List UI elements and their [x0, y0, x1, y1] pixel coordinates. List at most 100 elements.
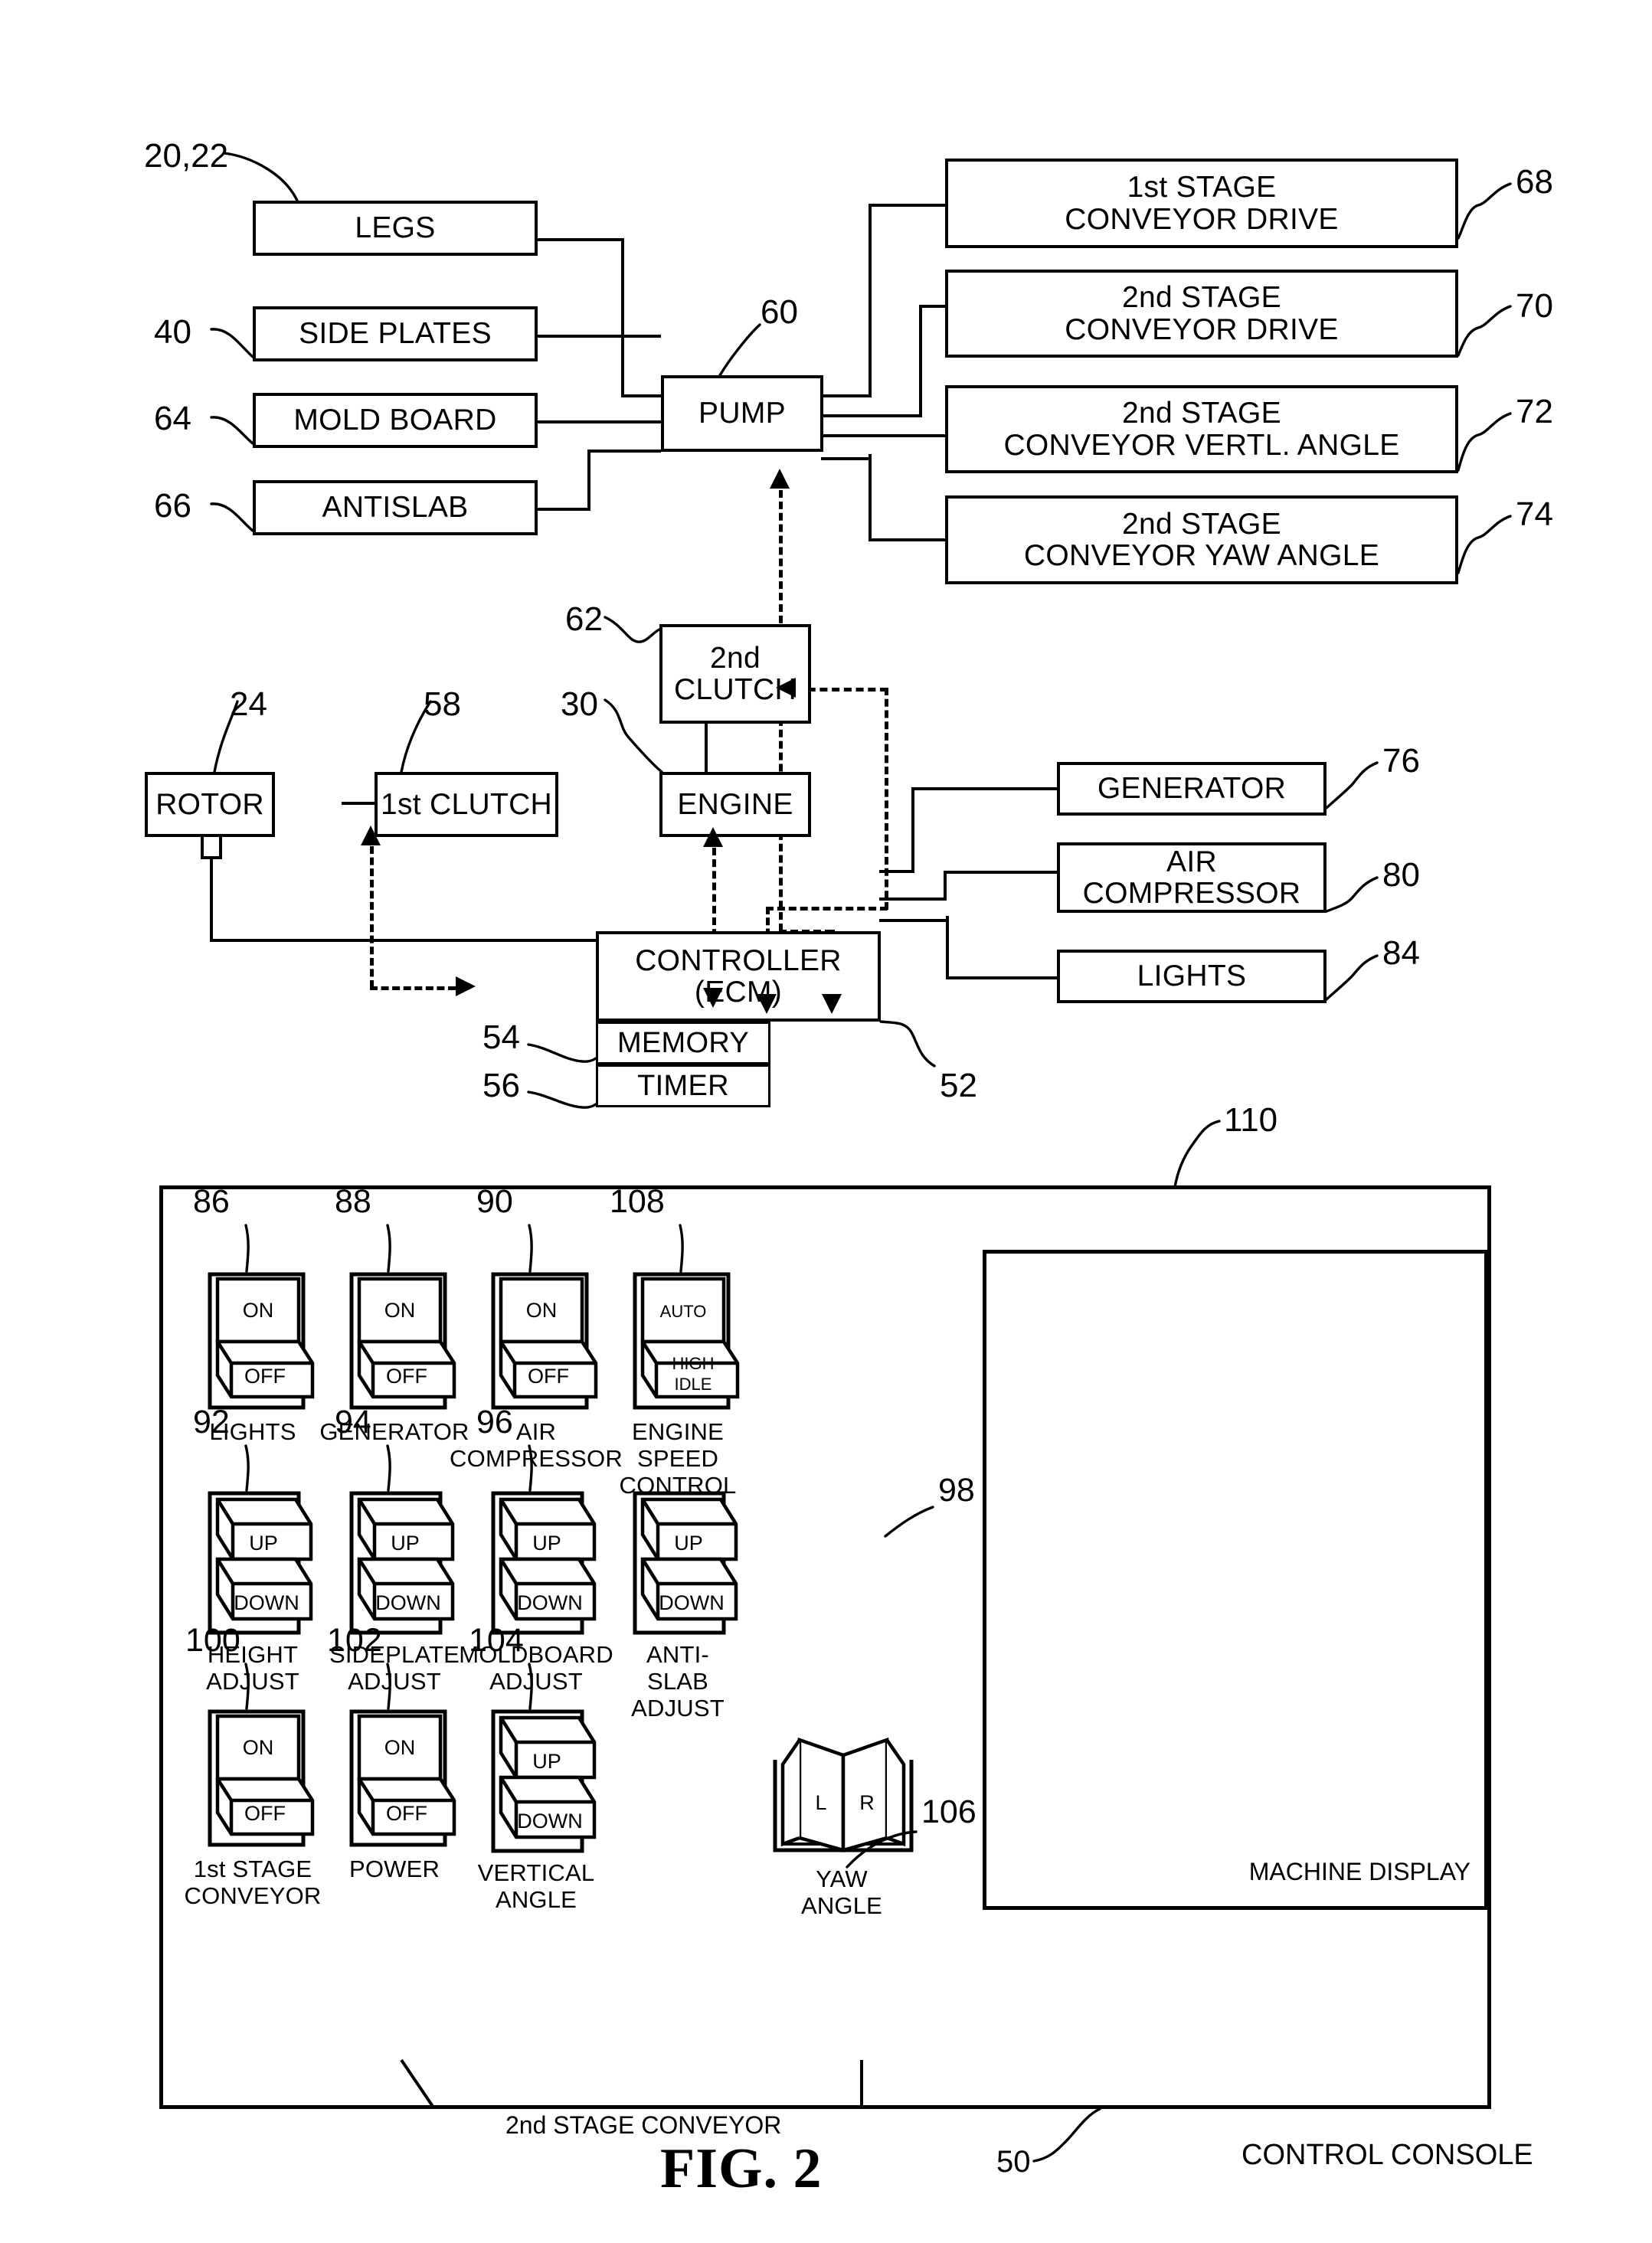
ref-conveyor-2-drive: 70 [1516, 287, 1553, 325]
block-lights: LIGHTS [1057, 950, 1327, 1003]
arrow-controller-in-2 [757, 994, 777, 1014]
machine-display[interactable]: MACHINE DISPLAY [983, 1250, 1488, 1910]
svg-text:UP: UP [674, 1532, 703, 1555]
block-antislab: ANTISLAB [253, 480, 538, 535]
block-conveyor-2-vertical-angle: 2nd STAGE CONVEYOR VERTL. ANGLE [945, 385, 1458, 473]
dashed-clutch2-v [885, 688, 888, 910]
sw-ref-90: 90 [476, 1183, 513, 1220]
connector-legs-pump [621, 394, 661, 397]
svg-text:OFF: OFF [244, 1802, 286, 1825]
arrow-controller-in-left [456, 976, 476, 996]
block-side-plates: SIDE PLATES [253, 306, 538, 361]
connector-antislab-pump [587, 450, 661, 453]
figure-caption: FIG. 2 [660, 2137, 823, 2200]
connector-legs-down [621, 238, 624, 397]
connector-controller-air-up [944, 871, 947, 901]
block-rotor-label: ROTOR [155, 787, 264, 821]
sw-ref-92: 92 [193, 1404, 230, 1440]
switch-top-label: ON [243, 1299, 274, 1322]
ref-generator: 76 [1382, 742, 1420, 780]
ref-rotor: 24 [230, 685, 267, 723]
switch-vertical-angle[interactable]: UP DOWN VERTICAL ANGLE [478, 1708, 597, 1913]
switch-lights[interactable]: ON OFF LIGHTS [205, 1271, 315, 1445]
block-antislab-label: ANTISLAB [322, 491, 469, 525]
switch-power[interactable]: ON OFF POWER [347, 1708, 456, 1882]
svg-text:HIGH: HIGH [672, 1354, 715, 1373]
svg-text:ON: ON [384, 1299, 416, 1322]
block-timer: TIMER [596, 1064, 770, 1107]
connector-clutch2-engine [705, 722, 708, 773]
block-conveyor-2-drive-label: 2nd STAGE CONVEYOR DRIVE [1065, 281, 1339, 346]
switch-air-compressor[interactable]: ON OFF AIR COMPRESSOR [450, 1271, 623, 1472]
switch-anti-slab-adjust-label: ANTI-SLAB ADJUST [631, 1641, 725, 1722]
sw-ref-98: 98 [938, 1472, 975, 1509]
block-legs: LEGS [253, 201, 538, 256]
switch-power-label: POWER [348, 1856, 440, 1882]
block-conveyor-1-drive-label: 1st STAGE CONVEYOR DRIVE [1065, 171, 1339, 236]
connector-rotor-sensor-controller [210, 939, 612, 942]
control-console-caption: CONTROL CONSOLE [1241, 2139, 1533, 2171]
switch-yaw-angle[interactable]: L R YAW ANGLE [769, 1723, 914, 1919]
block-memory-label: MEMORY [617, 1026, 750, 1059]
connector-pump-c2-up [919, 305, 922, 417]
switch-moldboard-adjust[interactable]: UP DOWN MOLDBOARD ADJUST [459, 1490, 613, 1695]
block-pump-label: PUMP [698, 397, 786, 430]
block-mold-board-label: MOLD BOARD [293, 404, 497, 437]
yaw-right-label: R [859, 1791, 875, 1814]
arrow-controller-in-3 [822, 994, 842, 1014]
connector-controller-gen [911, 787, 1057, 790]
sw-ref-102: 102 [327, 1622, 382, 1659]
connector-pump-c1-up [869, 204, 872, 397]
svg-text:DOWN: DOWN [234, 1591, 299, 1614]
dashed-clutch1-h [370, 986, 456, 990]
ref-pump: 60 [761, 293, 798, 331]
switch-sideplate-adjust[interactable]: UP DOWN SIDEPLATE ADJUST [329, 1490, 460, 1695]
connector-controller-lights [946, 976, 1057, 979]
switch-engine-speed-control[interactable]: AUTO HIGH IDLE ENGINE SPEED CONTROL [620, 1271, 740, 1499]
machine-display-label: MACHINE DISPLAY [1248, 1858, 1470, 1885]
connector-controller-lights-right [879, 919, 949, 922]
svg-text:AUTO: AUTO [660, 1302, 707, 1321]
block-air-compressor: AIR COMPRESSOR [1057, 842, 1327, 913]
block-lights-label: LIGHTS [1137, 960, 1247, 993]
ref-1st-clutch: 58 [424, 685, 461, 723]
svg-text:UP: UP [391, 1532, 420, 1555]
connector-antislab-right [535, 508, 590, 511]
connector-pump-vert [821, 434, 945, 437]
connector-controller-air-right [879, 898, 947, 901]
block-legs-label: LEGS [355, 211, 436, 245]
block-conveyor-2-vertical-angle-label: 2nd STAGE CONVEYOR VERTL. ANGLE [1003, 397, 1400, 462]
block-generator-label: GENERATOR [1097, 772, 1287, 806]
switch-air-compressor-label: AIR COMPRESSOR [450, 1418, 623, 1473]
ref-engine: 30 [561, 685, 598, 723]
block-side-plates-label: SIDE PLATES [299, 317, 492, 351]
switch-1st-stage-conveyor-label: 1st STAGE CONVEYOR [184, 1856, 322, 1910]
switch-anti-slab-adjust[interactable]: UP DOWN ANTI-SLAB ADJUST [630, 1490, 738, 1721]
patent-figure-page: LEGS SIDE PLATES MOLD BOARD ANTISLAB PUM… [0, 0, 1652, 2243]
connector-controller-lights-down [946, 916, 949, 979]
connector-moldboard-pump [535, 420, 661, 423]
connector-controller-gen-up [911, 787, 914, 873]
sw-ref-106: 106 [921, 1793, 976, 1830]
connector-controller-air [944, 871, 1057, 874]
switch-generator[interactable]: ON OFF GENERATOR [319, 1271, 469, 1445]
connector-antislab-up [587, 450, 590, 511]
connector-pump-yaw-right [821, 457, 872, 460]
ref-conveyor-2-vert: 72 [1516, 393, 1553, 430]
block-engine: ENGINE [659, 772, 811, 837]
svg-text:DOWN: DOWN [659, 1591, 724, 1614]
block-generator: GENERATOR [1057, 762, 1327, 816]
ref-2nd-clutch: 62 [565, 600, 603, 638]
svg-text:OFF: OFF [528, 1365, 569, 1388]
ref-conveyor-1-drive: 68 [1516, 163, 1553, 201]
ref-antislab: 66 [154, 487, 191, 525]
dashed-clutch2-h2 [766, 907, 888, 911]
sw-ref-86: 86 [193, 1183, 230, 1220]
connector-rotor-sensor-down [210, 856, 213, 942]
switch-height-adjust[interactable]: UP DOWN HEIGHT ADJUST [205, 1490, 313, 1695]
switch-1st-stage-conveyor[interactable]: ON OFF 1st STAGE CONVEYOR [184, 1708, 321, 1909]
connector-pump-yaw-down [869, 454, 872, 541]
connector-sideplates-pump [535, 335, 661, 338]
arrow-controller-in-1 [703, 988, 723, 1008]
svg-text:DOWN: DOWN [375, 1591, 440, 1614]
